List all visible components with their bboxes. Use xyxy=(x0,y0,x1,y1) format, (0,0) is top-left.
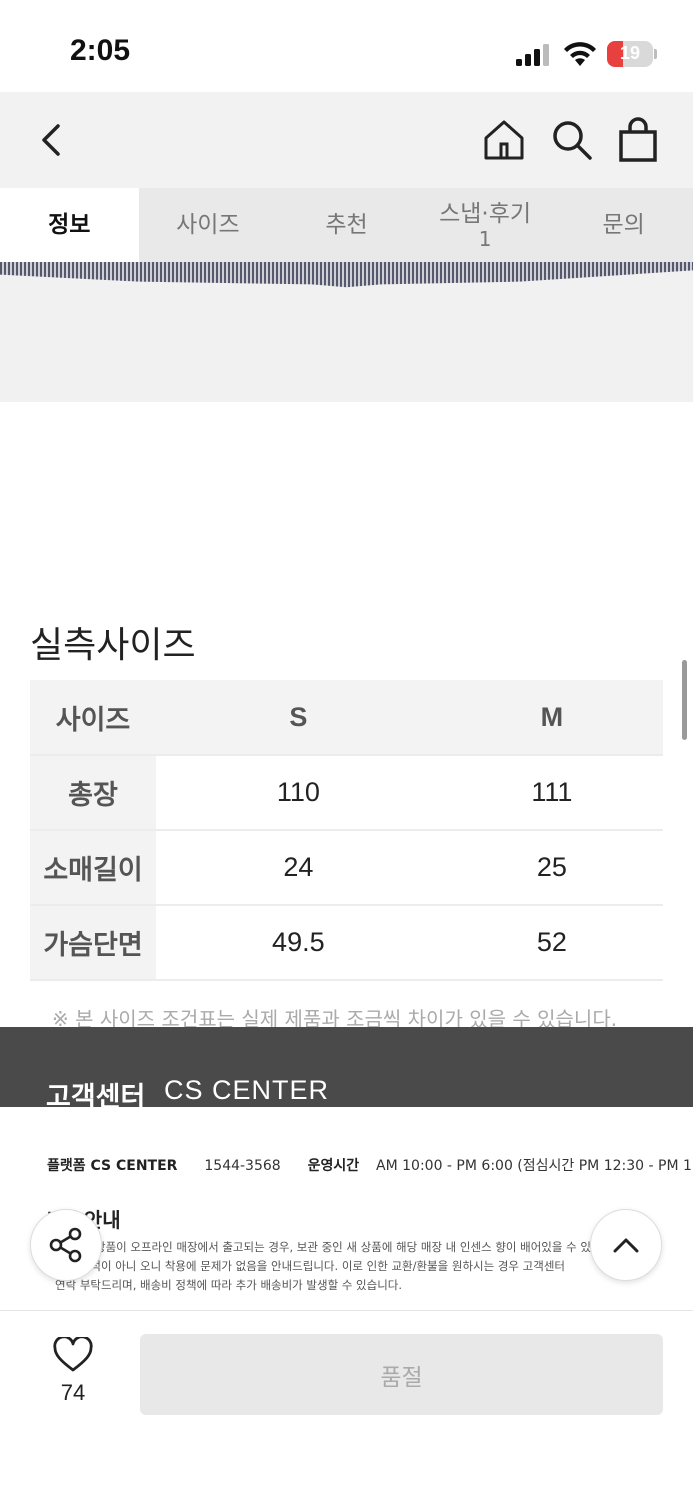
scrollbar[interactable] xyxy=(682,660,687,740)
share-button[interactable] xyxy=(30,1209,102,1281)
battery-icon: 19 xyxy=(607,41,657,67)
table-header-size-m: M xyxy=(440,680,663,756)
cs-contact-info: 플랫폼 CS CENTER 1544-3568 운영시간 AM 10:00 - … xyxy=(47,1155,693,1175)
tab-label: 정보 xyxy=(48,212,91,238)
product-fabric-image xyxy=(0,262,693,288)
table-row: 가슴단면 49.5 52 xyxy=(30,905,663,981)
sold-out-button[interactable]: 품절 xyxy=(140,1334,663,1415)
table-cell: 110 xyxy=(156,755,441,831)
tab-count: 1 xyxy=(478,227,492,251)
tab-info[interactable]: 정보 xyxy=(0,188,139,262)
size-section-title: 실측사이즈 xyxy=(30,625,196,666)
row-label: 소매길이 xyxy=(30,830,156,906)
delivery-line: 시착 흔적이 아니 오니 착용에 문제가 없음을 안내드립니다. 이로 인한 교… xyxy=(55,1259,565,1273)
hours-label: 운영시간 xyxy=(307,1158,360,1174)
size-table: 사이즈 S M 총장 110 111 소매길이 24 25 가슴단면 49.5 … xyxy=(30,680,663,981)
delivery-line: 연락 부탁드리며, 배송비 정책에 따라 추가 배송비가 발생할 수 있습니다. xyxy=(55,1278,403,1292)
shopping-bag-icon[interactable] xyxy=(614,116,662,164)
table-cell: 111 xyxy=(440,755,663,831)
table-cell: 25 xyxy=(440,830,663,906)
tab-inquiry[interactable]: 문의 xyxy=(554,188,693,262)
heart-icon[interactable] xyxy=(53,1337,93,1373)
status-time: 2:05 xyxy=(70,34,131,67)
tab-label: 추천 xyxy=(325,212,368,238)
delivery-info-text: 상품이 오프라인 매장에서 출고되는 경우, 보관 중인 새 상품에 해당 매장… xyxy=(55,1238,615,1295)
table-cell: 49.5 xyxy=(156,905,441,981)
home-icon[interactable] xyxy=(480,116,528,164)
like-count: 74 xyxy=(60,1380,86,1405)
table-header-row: 사이즈 S M xyxy=(30,680,663,756)
table-header-label: 사이즈 xyxy=(30,680,156,756)
tab-label: 사이즈 xyxy=(176,212,240,238)
chevron-up-icon xyxy=(613,1238,639,1253)
platform-cs-label: 플랫폼 CS CENTER xyxy=(47,1158,178,1174)
product-image xyxy=(0,262,693,402)
table-cell: 24 xyxy=(156,830,441,906)
battery-level: 19 xyxy=(619,43,641,63)
tab-size[interactable]: 사이즈 xyxy=(139,188,278,262)
tab-snap-review[interactable]: 스냅·후기 1 xyxy=(416,188,555,262)
table-row: 소매길이 24 25 xyxy=(30,830,663,906)
status-bar: 2:05 19 xyxy=(0,0,693,92)
cs-phone[interactable]: 1544-3568 xyxy=(204,1158,280,1174)
tab-label: 스냅·후기 xyxy=(439,201,532,227)
tab-recommend[interactable]: 추천 xyxy=(277,188,416,262)
product-tabs: 정보 사이즈 추천 스냅·후기 1 문의 xyxy=(0,188,693,262)
cellular-signal-icon xyxy=(516,44,549,66)
delivery-line: 상품이 오프라인 매장에서 출고되는 경우, 보관 중인 새 상품에 해당 매장… xyxy=(95,1240,613,1254)
row-label: 총장 xyxy=(30,755,156,831)
wifi-icon xyxy=(564,42,596,66)
top-navigation-bar xyxy=(0,92,693,188)
chevron-left-icon[interactable] xyxy=(28,116,76,164)
row-label: 가슴단면 xyxy=(30,905,156,981)
tab-label: 문의 xyxy=(602,212,645,238)
table-header-size-s: S xyxy=(156,680,441,756)
scroll-to-top-button[interactable] xyxy=(590,1209,662,1281)
table-cell: 52 xyxy=(440,905,663,981)
share-icon xyxy=(49,1227,82,1263)
cs-center-title: 고객센터 xyxy=(46,1082,146,1113)
table-row: 총장 110 111 xyxy=(30,755,663,831)
search-icon[interactable] xyxy=(548,116,596,164)
cs-hours: AM 10:00 - PM 6:00 (점심시간 PM 12:30 - PM 1… xyxy=(376,1158,693,1174)
cs-center-subtitle: CS CENTER xyxy=(164,1075,330,1105)
